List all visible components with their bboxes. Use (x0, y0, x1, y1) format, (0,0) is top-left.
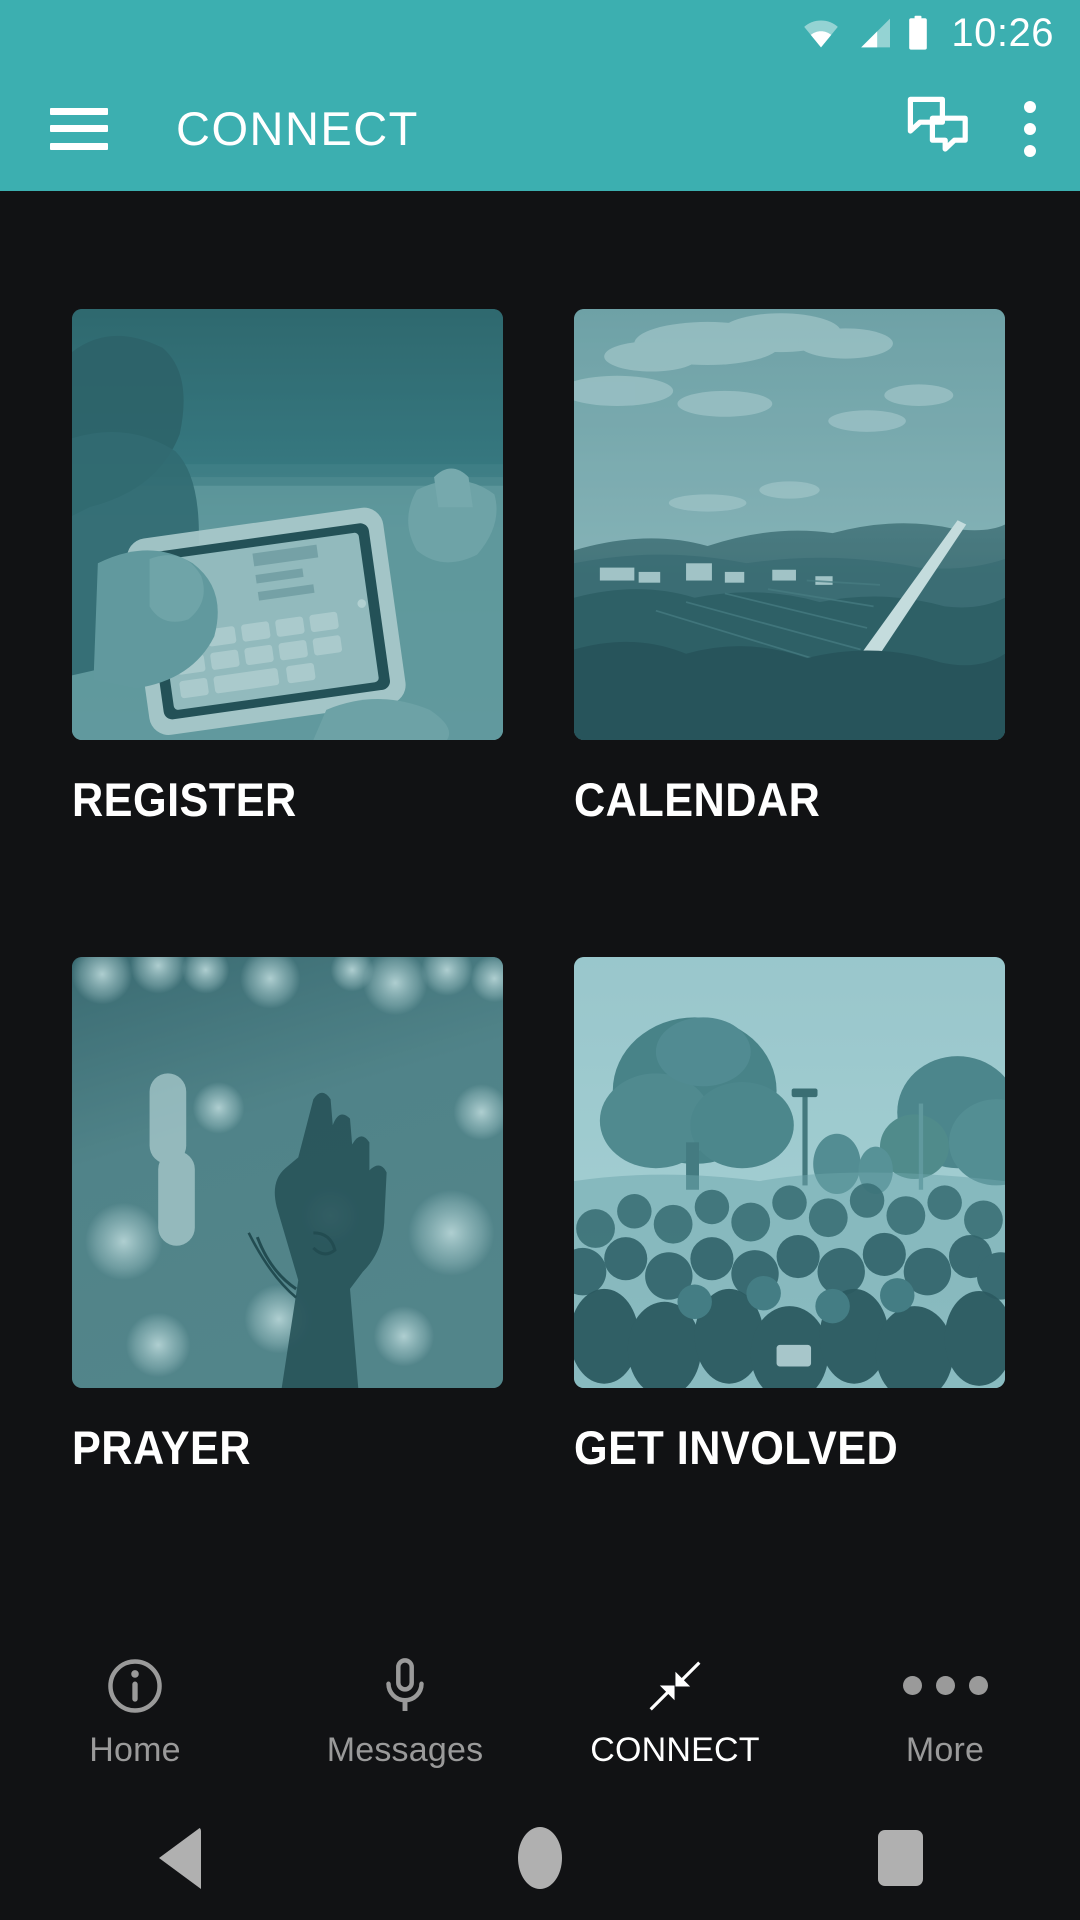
tile-label: CALENDAR (574, 773, 821, 826)
outdoor-crowd-gathering-photo (574, 957, 1005, 1388)
battery-icon (907, 15, 929, 51)
hamburger-menu-icon[interactable] (50, 107, 108, 150)
tile-grid-row-1: REGISTER CALENDAR (72, 309, 1008, 827)
overflow-menu-icon[interactable] (1024, 100, 1036, 157)
back-button[interactable] (110, 1795, 250, 1920)
triangle-back-icon (159, 1826, 201, 1889)
home-button[interactable] (470, 1795, 610, 1920)
nav-label: Messages (326, 1730, 484, 1769)
grid-row-spacer (72, 827, 1008, 957)
wifi-icon (801, 17, 841, 49)
circle-home-icon (518, 1826, 562, 1889)
nav-label: Home (89, 1730, 181, 1769)
page-title: CONNECT (176, 102, 419, 155)
status-bar-clock: 10:26 (951, 11, 1054, 55)
chat-bubbles-icon[interactable] (906, 95, 970, 162)
three-dots-icon (902, 1657, 988, 1715)
status-bar: 10:26 (0, 0, 1080, 66)
nav-item-more[interactable]: More (810, 1657, 1080, 1770)
nav-item-connect[interactable]: CONNECT (540, 1657, 810, 1770)
nav-label: CONNECT (590, 1730, 760, 1769)
recents-button[interactable] (830, 1795, 970, 1920)
nav-label: More (905, 1730, 985, 1769)
tile-get-involved[interactable]: GET INVOLVED (574, 957, 1005, 1475)
app-bar-actions (906, 95, 1080, 162)
nav-item-messages[interactable]: Messages (270, 1657, 540, 1770)
tile-grid-row-2: PRAYER GET INVOLVED (72, 957, 1008, 1475)
hillside-landscape-photo (574, 309, 1005, 740)
compress-arrows-icon (646, 1657, 704, 1715)
raised-hand-concert-photo (72, 957, 503, 1388)
tile-register[interactable]: REGISTER (72, 309, 503, 827)
nav-item-home[interactable]: Home (0, 1657, 270, 1770)
cellular-signal-icon (855, 17, 893, 49)
tile-grid-container: REGISTER CALENDAR PRAYER GET INVOLVED (0, 191, 1080, 1631)
tile-prayer[interactable]: PRAYER (72, 957, 503, 1475)
microphone-icon (378, 1657, 432, 1715)
square-recents-icon (877, 1829, 923, 1886)
info-circle-icon (106, 1657, 164, 1715)
android-system-navigation (0, 1795, 1080, 1920)
tile-label: PRAYER (72, 1421, 251, 1474)
tile-calendar[interactable]: CALENDAR (574, 309, 1005, 827)
child-using-tablet-photo (72, 309, 503, 740)
app-bar: CONNECT (0, 66, 1080, 191)
tile-label: REGISTER (72, 773, 297, 826)
tile-label: GET INVOLVED (574, 1421, 899, 1474)
phone-screen: 10:26 CONNECT REGISTER CALENDAR PRAYER G… (0, 0, 1080, 1920)
bottom-navigation-bar: Home Messages CONNECT More (0, 1631, 1080, 1795)
